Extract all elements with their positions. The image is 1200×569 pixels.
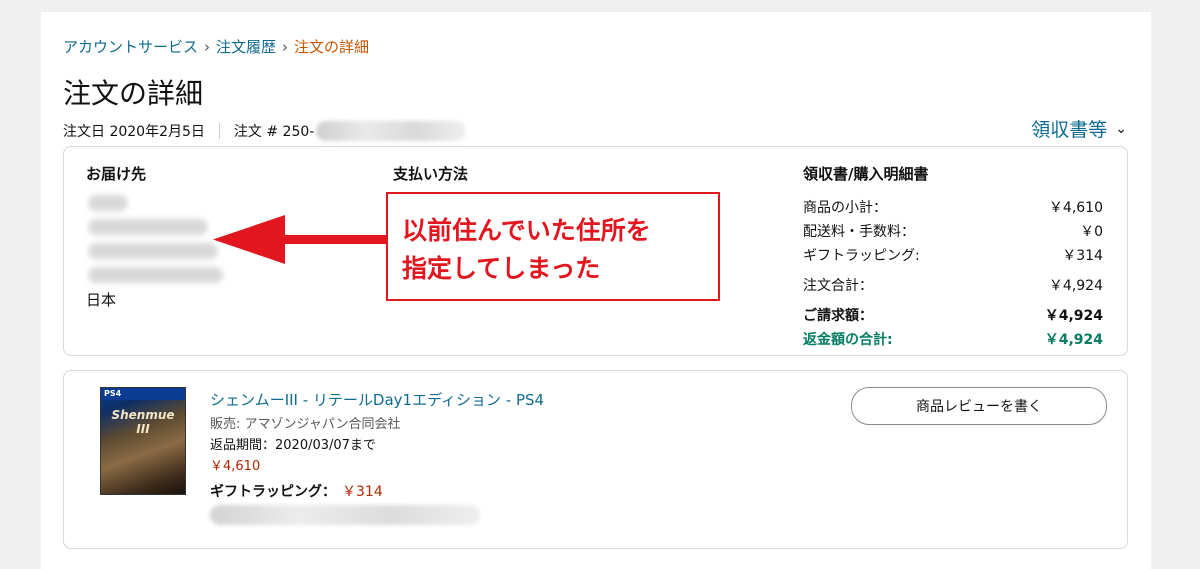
summary-value: ￥4,924 (1048, 278, 1103, 294)
summary-label: ギフトラッピング: (803, 248, 920, 264)
page-title: 注文の詳細 (63, 77, 204, 110)
annotation-callout: 以前住んでいた住所を 指定してしまった (386, 192, 720, 301)
product-price: ￥4,610 (210, 459, 261, 474)
chevron-down-icon: ⌄ (1115, 120, 1127, 137)
summary-label: 返金額の合計: (803, 332, 893, 348)
breadcrumb-account-services[interactable]: アカウントサービス (63, 38, 198, 56)
order-meta: 注文日 2020年2月5日 注文 # 250- (63, 121, 467, 141)
summary-label: 配送料・手数料： (803, 224, 915, 240)
address-redacted (88, 219, 208, 235)
order-details-page: アカウントサービス › 注文履歴 › 注文の詳細 注文の詳細 注文日 2020年2月5日… (41, 12, 1151, 569)
gift-wrapping: ギフトラッピング： ￥314 (210, 481, 383, 501)
summary-value: ￥0 (1080, 224, 1103, 240)
shipping-heading: お届け先 (86, 165, 147, 183)
summary-table: 商品の小計： ￥4,610 配送料・手数料： ￥0 ギフトラッピング: ￥314 注文… (803, 195, 1103, 351)
breadcrumb-current: 注文の詳細 (294, 38, 370, 56)
summary-label: 商品の小計： (803, 200, 887, 216)
address-redacted (88, 267, 223, 283)
address-redacted (88, 195, 128, 211)
receipt-label: 領収書等 (1031, 119, 1108, 141)
summary-value: ￥4,610 (1048, 200, 1103, 216)
summary-row-refund: 返金額の合計: ￥4,924 (803, 327, 1103, 351)
meta-divider (218, 123, 220, 139)
summary-row-total: 注文合計： ￥4,924 (803, 273, 1103, 297)
summary-value: ￥4,924 (1044, 332, 1103, 348)
product-seller: 販売: アマゾンジャパン合同会社 (210, 417, 401, 432)
ps4-badge: PS4 (101, 388, 185, 400)
address-redacted (88, 243, 218, 259)
write-review-button[interactable]: 商品レビューを書く (851, 387, 1107, 425)
shipping-country: 日本 (86, 291, 117, 309)
breadcrumb-separator: › (204, 38, 211, 56)
product-image[interactable]: PS4 Shenmue III (100, 387, 186, 495)
product-title-link[interactable]: シェンムーIII - リテールDay1エディション - PS4 (210, 389, 544, 410)
receipt-dropdown[interactable]: 領収書等 ⌄ (1031, 115, 1127, 142)
order-item-box: PS4 Shenmue III シェンムーIII - リテールDay1エディショ… (63, 370, 1128, 549)
annotation-line-2: 指定してしまった (402, 254, 601, 283)
payment-heading: 支払い方法 (393, 165, 469, 183)
summary-heading: 領収書/購入明細書 (803, 165, 929, 183)
return-period: 返品期間：2020/03/07まで (210, 438, 376, 453)
summary-label: 注文合計： (803, 278, 873, 294)
arrow-left-icon (213, 215, 388, 264)
annotation-line-1: 以前住んでいた住所を (402, 216, 651, 245)
order-date: 注文日 2020年2月5日 (63, 124, 205, 140)
summary-value: ￥314 (1062, 248, 1103, 264)
summary-row-billed: ご請求額： ￥4,924 (803, 303, 1103, 327)
summary-row-gift: ギフトラッピング: ￥314 (803, 243, 1103, 267)
summary-value: ￥4,924 (1044, 308, 1103, 324)
order-number: 注文 # 250- (233, 124, 315, 140)
gift-label: ギフトラッピング： (210, 484, 336, 500)
breadcrumb: アカウントサービス › 注文履歴 › 注文の詳細 (63, 36, 369, 57)
summary-row-subtotal: 商品の小計： ￥4,610 (803, 195, 1103, 219)
order-number-redacted (316, 121, 467, 141)
gift-value: ￥314 (342, 484, 383, 500)
game-logo: Shenmue III (111, 408, 175, 436)
summary-label: ご請求額： (803, 308, 873, 324)
breadcrumb-separator: › (282, 38, 289, 56)
breadcrumb-order-history[interactable]: 注文履歴 (216, 38, 276, 56)
summary-row-shipping: 配送料・手数料： ￥0 (803, 219, 1103, 243)
item-details-redacted (210, 505, 480, 525)
